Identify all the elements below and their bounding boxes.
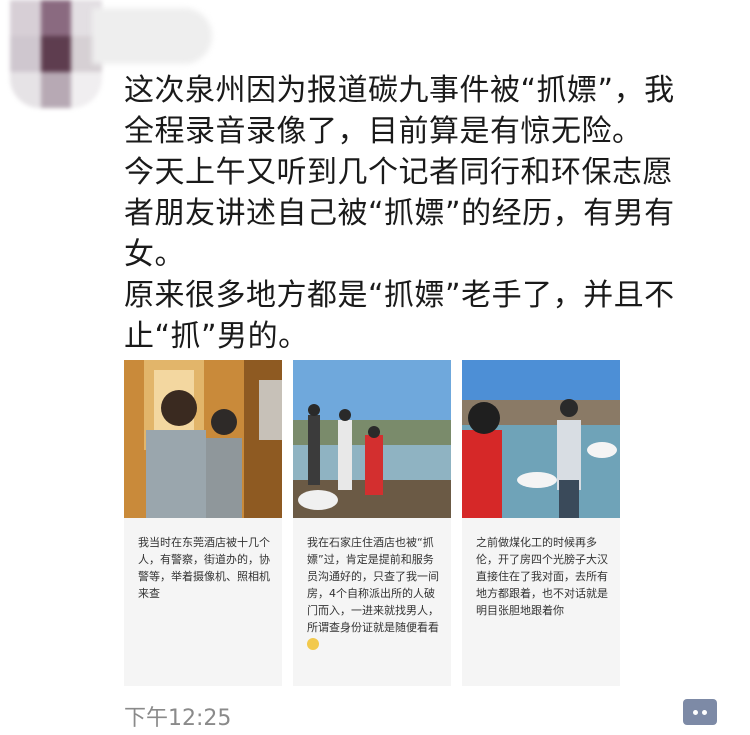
photo-3[interactable] bbox=[462, 360, 620, 518]
photo-caption-2-text: 我在石家庄住酒店也被“抓嫖”过，肯定是提前和服务员沟通好的，只查了我一间房，4个… bbox=[307, 536, 439, 634]
comment-dots-icon[interactable] bbox=[683, 699, 717, 725]
avatar[interactable] bbox=[10, 0, 102, 108]
post-text: 这次泉州因为报道碳九事件被“抓嫖”，我 全程录音录像了，目前算是有惊无险。 今天… bbox=[124, 73, 675, 354]
photo-caption-3: 之前做煤化工的时候再多伦，开了房四个光膀子大汉直接住在了我对面，去所有地方都跟着… bbox=[476, 536, 608, 617]
smile-emoji-icon bbox=[307, 638, 319, 650]
photo-grid: 我当时在东莞酒店被十几个人，有警察，街道办的，协警等，举着摄像机、照相机来查 我… bbox=[124, 360, 620, 686]
photo-2[interactable] bbox=[293, 360, 451, 518]
blurred-username bbox=[92, 8, 212, 64]
photo-card-1[interactable]: 我当时在东莞酒店被十几个人，有警察，街道办的，协警等，举着摄像机、照相机来查 bbox=[124, 360, 282, 686]
post-body: 这次泉州因为报道碳九事件被“抓嫖”，我 全程录音录像了，目前算是有惊无险。 今天… bbox=[124, 70, 724, 357]
photo-card-2[interactable]: 我在石家庄住酒店也被“抓嫖”过，肯定是提前和服务员沟通好的，只查了我一间房，4个… bbox=[293, 360, 451, 686]
photo-caption-1: 我当时在东莞酒店被十几个人，有警察，街道办的，协警等，举着摄像机、照相机来查 bbox=[138, 536, 270, 600]
photo-caption-2: 我在石家庄住酒店也被“抓嫖”过，肯定是提前和服务员沟通好的，只查了我一间房，4个… bbox=[293, 518, 451, 686]
post-time: 下午12:25 bbox=[124, 706, 232, 731]
photo-card-3[interactable]: 之前做煤化工的时候再多伦，开了房四个光膀子大汉直接住在了我对面，去所有地方都跟着… bbox=[462, 360, 620, 686]
photo-1[interactable] bbox=[124, 360, 282, 518]
